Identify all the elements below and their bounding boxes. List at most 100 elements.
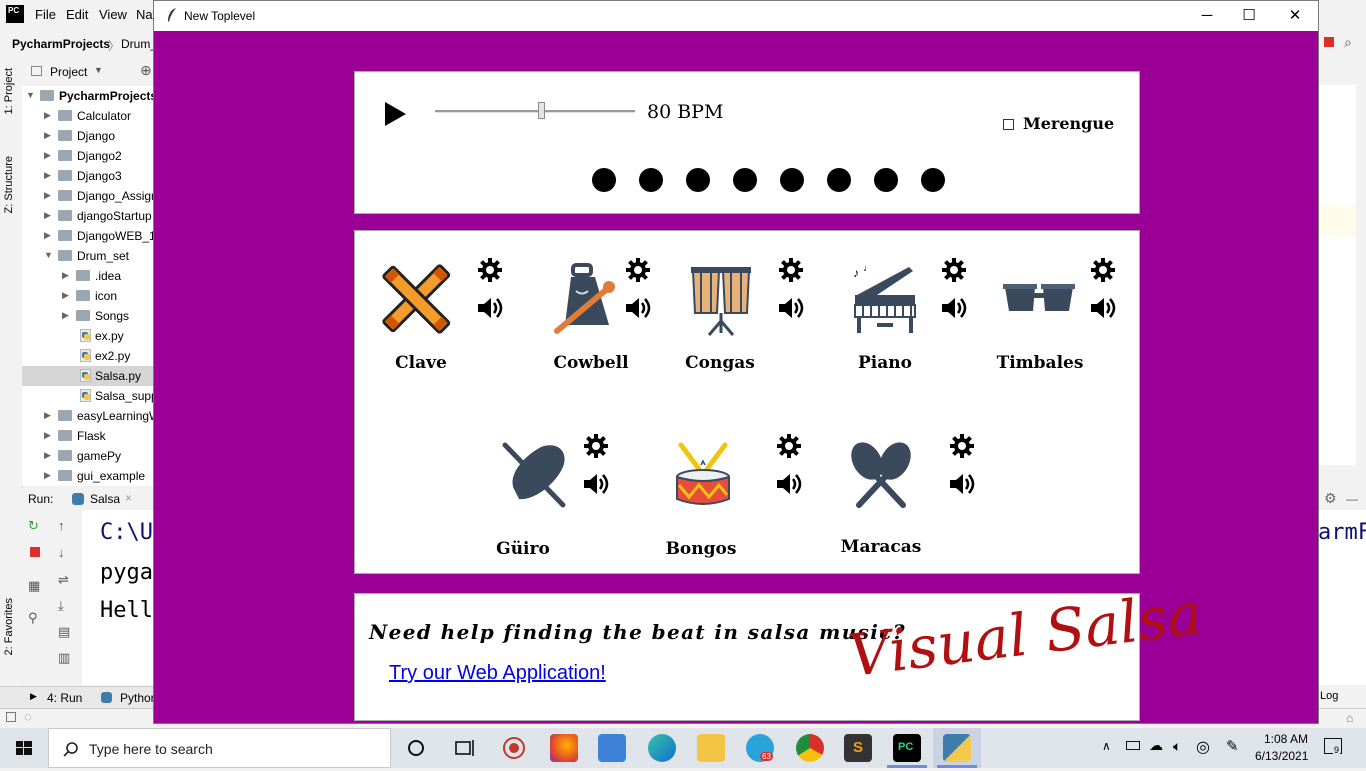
maximize-button[interactable]: ☐	[1226, 1, 1272, 31]
pycharm-taskbar-icon[interactable]: PC	[893, 734, 921, 762]
stop-icon[interactable]	[30, 547, 40, 557]
tree-item[interactable]: ▶ Calculator	[22, 106, 155, 126]
tree-item[interactable]: ▶ Django_Assign	[22, 186, 155, 206]
chevron-right-icon[interactable]: ▶	[44, 170, 51, 181]
lock-icon[interactable]: ⌂	[1346, 711, 1353, 725]
gear-icon[interactable]	[949, 433, 975, 459]
python-taskbar-active[interactable]	[933, 728, 981, 768]
task-view-icon[interactable]	[453, 738, 475, 758]
piano-icon[interactable]: ♪ ♩	[847, 261, 923, 337]
firefox-icon[interactable]	[550, 734, 578, 762]
tree-item[interactable]: ▶ gamePy	[22, 446, 155, 466]
sublime-icon[interactable]: S	[844, 734, 872, 762]
cowbell-icon[interactable]	[551, 261, 627, 337]
tab-python-console[interactable]: Pythor	[120, 691, 155, 705]
close-icon[interactable]: ×	[125, 491, 132, 505]
clave-icon[interactable]	[379, 261, 455, 337]
gear-icon[interactable]	[941, 257, 967, 283]
speaker-icon[interactable]	[624, 295, 652, 321]
tree-item[interactable]: ▶ Songs	[22, 306, 155, 326]
speaker-icon[interactable]	[1089, 295, 1117, 321]
store-icon[interactable]	[598, 734, 626, 762]
congas-icon[interactable]	[683, 261, 759, 337]
web-app-link[interactable]: Try our Web Application!	[389, 662, 606, 685]
tree-item[interactable]: ▶ gui_example	[22, 466, 155, 486]
gear-icon[interactable]	[583, 433, 609, 459]
timbales-icon[interactable]	[1001, 261, 1077, 337]
scroll-to-end-icon[interactable]: ⤓	[58, 598, 64, 614]
notification-icon[interactable]: 9	[1324, 738, 1342, 755]
soft-wrap-icon[interactable]: ⇌	[58, 572, 69, 588]
gear-icon[interactable]	[477, 257, 503, 283]
tree-item[interactable]: ▼ Drum_set	[22, 246, 155, 266]
tree-item[interactable]: ex2.py	[22, 346, 155, 366]
gear-icon[interactable]	[1090, 257, 1116, 283]
globe-icon[interactable]: ◎	[1196, 737, 1210, 757]
gear-icon[interactable]: ⚙	[1324, 490, 1337, 507]
volume-icon[interactable]: 🔈︎	[1173, 738, 1181, 755]
tempo-slider-thumb[interactable]	[538, 102, 545, 119]
menu-view[interactable]: View	[99, 7, 127, 22]
tree-item[interactable]: Salsa.py	[22, 366, 155, 386]
record-app-icon[interactable]	[500, 734, 528, 762]
chevron-right-icon[interactable]: ▶	[44, 130, 51, 141]
gear-icon[interactable]	[625, 257, 651, 283]
speaker-icon[interactable]	[948, 471, 976, 497]
stop-icon[interactable]	[1324, 37, 1334, 47]
file-explorer-icon[interactable]	[697, 734, 725, 762]
breadcrumb-root[interactable]: PycharmProjects	[12, 37, 110, 51]
chevron-down-icon[interactable]: ▼	[94, 65, 103, 75]
chevron-right-icon[interactable]: ▶	[44, 410, 51, 421]
chevron-right-icon[interactable]: ▶	[44, 110, 51, 121]
run-config-tab[interactable]: Salsa	[90, 492, 120, 506]
gear-icon[interactable]	[778, 257, 804, 283]
tree-item[interactable]: ex.py	[22, 326, 155, 346]
tree-item[interactable]: ▶ Flask	[22, 426, 155, 446]
tab-project[interactable]: 1: Project	[3, 68, 15, 114]
close-button[interactable]: ✕	[1272, 1, 1318, 31]
tree-item[interactable]: ▶ djangoStartup	[22, 206, 155, 226]
edge-icon[interactable]	[648, 734, 676, 762]
chrome-icon[interactable]	[796, 734, 824, 762]
target-icon[interactable]: ⊕	[140, 62, 152, 79]
clock-date[interactable]: 6/13/2021	[1255, 749, 1308, 763]
minimize-button[interactable]: ─	[1184, 1, 1230, 31]
window-titlebar[interactable]: New Toplevel ─ ☐ ✕	[154, 1, 1318, 31]
search-icon[interactable]: ⌕	[1344, 34, 1352, 51]
chevron-right-icon[interactable]: ▶	[44, 230, 51, 241]
tree-item[interactable]: Salsa_supp	[22, 386, 155, 406]
rerun-icon[interactable]: ↻	[28, 518, 39, 534]
speaker-icon[interactable]	[775, 471, 803, 497]
tree-item[interactable]: ▶ easyLearningW	[22, 406, 155, 426]
chevron-down-icon[interactable]: ▼	[26, 90, 35, 100]
chevron-right-icon[interactable]: ▶	[62, 290, 69, 301]
tab-structure[interactable]: Z: Structure	[3, 156, 15, 213]
menu-file[interactable]: File	[35, 7, 56, 22]
chevron-down-icon[interactable]: ▼	[44, 250, 53, 260]
bongos-icon[interactable]	[665, 437, 741, 513]
maracas-icon[interactable]	[843, 437, 919, 513]
start-button[interactable]	[0, 728, 48, 768]
tree-item[interactable]: ▼ PycharmProjects	[22, 86, 155, 106]
tree-item[interactable]: ▶ .idea	[22, 266, 155, 286]
pin-icon[interactable]: ⚲	[28, 610, 38, 626]
layout-icon[interactable]: ▦	[28, 578, 40, 594]
merengue-label[interactable]: Merengue	[1023, 114, 1114, 133]
down-arrow-icon[interactable]: ↓	[58, 545, 65, 560]
project-panel-title[interactable]: Project	[50, 65, 87, 79]
battery-icon[interactable]	[1126, 741, 1140, 750]
tree-item[interactable]: ▶ Django2	[22, 146, 155, 166]
layout-toggle-icon[interactable]	[6, 712, 16, 722]
merengue-checkbox[interactable]	[1003, 119, 1014, 130]
menu-edit[interactable]: Edit	[66, 7, 88, 22]
chevron-right-icon[interactable]: ▶	[44, 450, 51, 461]
speaker-icon[interactable]	[582, 471, 610, 497]
trash-icon[interactable]: ▥	[58, 650, 70, 666]
chevron-up-icon[interactable]: ∧	[1102, 739, 1111, 753]
cortana-icon[interactable]	[406, 738, 426, 758]
chevron-right-icon[interactable]: ▶	[44, 150, 51, 161]
tree-item[interactable]: ▶ icon	[22, 286, 155, 306]
tree-item[interactable]: ▶ Django	[22, 126, 155, 146]
speaker-icon[interactable]	[940, 295, 968, 321]
speaker-icon[interactable]	[476, 295, 504, 321]
